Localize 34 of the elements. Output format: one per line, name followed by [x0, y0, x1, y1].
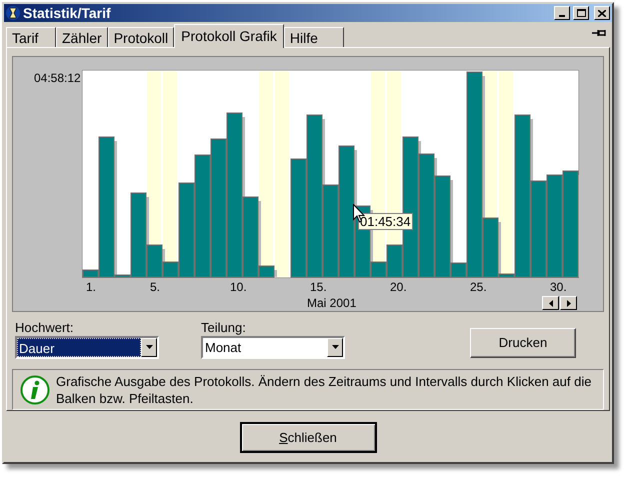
dropdown[interactable]: Monat	[201, 336, 345, 358]
tooltip: 01:45:34	[358, 213, 413, 230]
tab[interactable]: Hilfe	[284, 27, 344, 47]
x-axis-label: Mai 2001	[307, 295, 356, 312]
x-tick-label: 25.	[470, 279, 487, 296]
y-axis-label: 04:58:12	[34, 70, 81, 87]
tab[interactable]: Zähler	[56, 27, 108, 47]
pin-icon[interactable]	[592, 28, 608, 38]
scroll-right-button[interactable]	[560, 296, 577, 310]
x-tick-label: 5.	[150, 279, 160, 296]
close-icon	[598, 10, 606, 16]
close-dialog-button[interactable]: Schließen	[240, 422, 376, 453]
field-label: Hochwert:	[15, 320, 75, 334]
window-title: Statistik/Tarif	[23, 4, 112, 22]
x-tick-label: 30.	[550, 279, 567, 296]
x-tick-label: 1.	[86, 279, 96, 296]
x-tick-label: 10.	[230, 279, 247, 296]
maximize-button[interactable]	[573, 6, 589, 20]
scroll-left-button[interactable]	[542, 296, 559, 310]
dropdown[interactable]: Dauer	[15, 336, 159, 358]
hourglass-icon	[6, 6, 20, 20]
tab[interactable]: Tarif	[6, 27, 56, 47]
info-icon	[20, 374, 50, 405]
minimize-button[interactable]	[554, 6, 570, 20]
close-button[interactable]	[594, 6, 610, 20]
x-tick-label: 20.	[390, 279, 407, 296]
field-label: Teilung:	[201, 320, 247, 334]
right-arrow-icon	[566, 300, 570, 306]
x-tick-label: 15.	[310, 279, 327, 296]
left-arrow-icon	[548, 300, 552, 306]
tab[interactable]: Protokoll Grafik	[174, 24, 284, 48]
tab[interactable]: Protokoll	[108, 27, 174, 47]
info-text: Grafische Ausgabe des Protokolls. Ändern des Zeitraums und Intervalls durch Klicken auf die Balken bzw. Pfeiltasten.	[56, 372, 592, 407]
print-button[interactable]: Drucken	[470, 328, 576, 358]
